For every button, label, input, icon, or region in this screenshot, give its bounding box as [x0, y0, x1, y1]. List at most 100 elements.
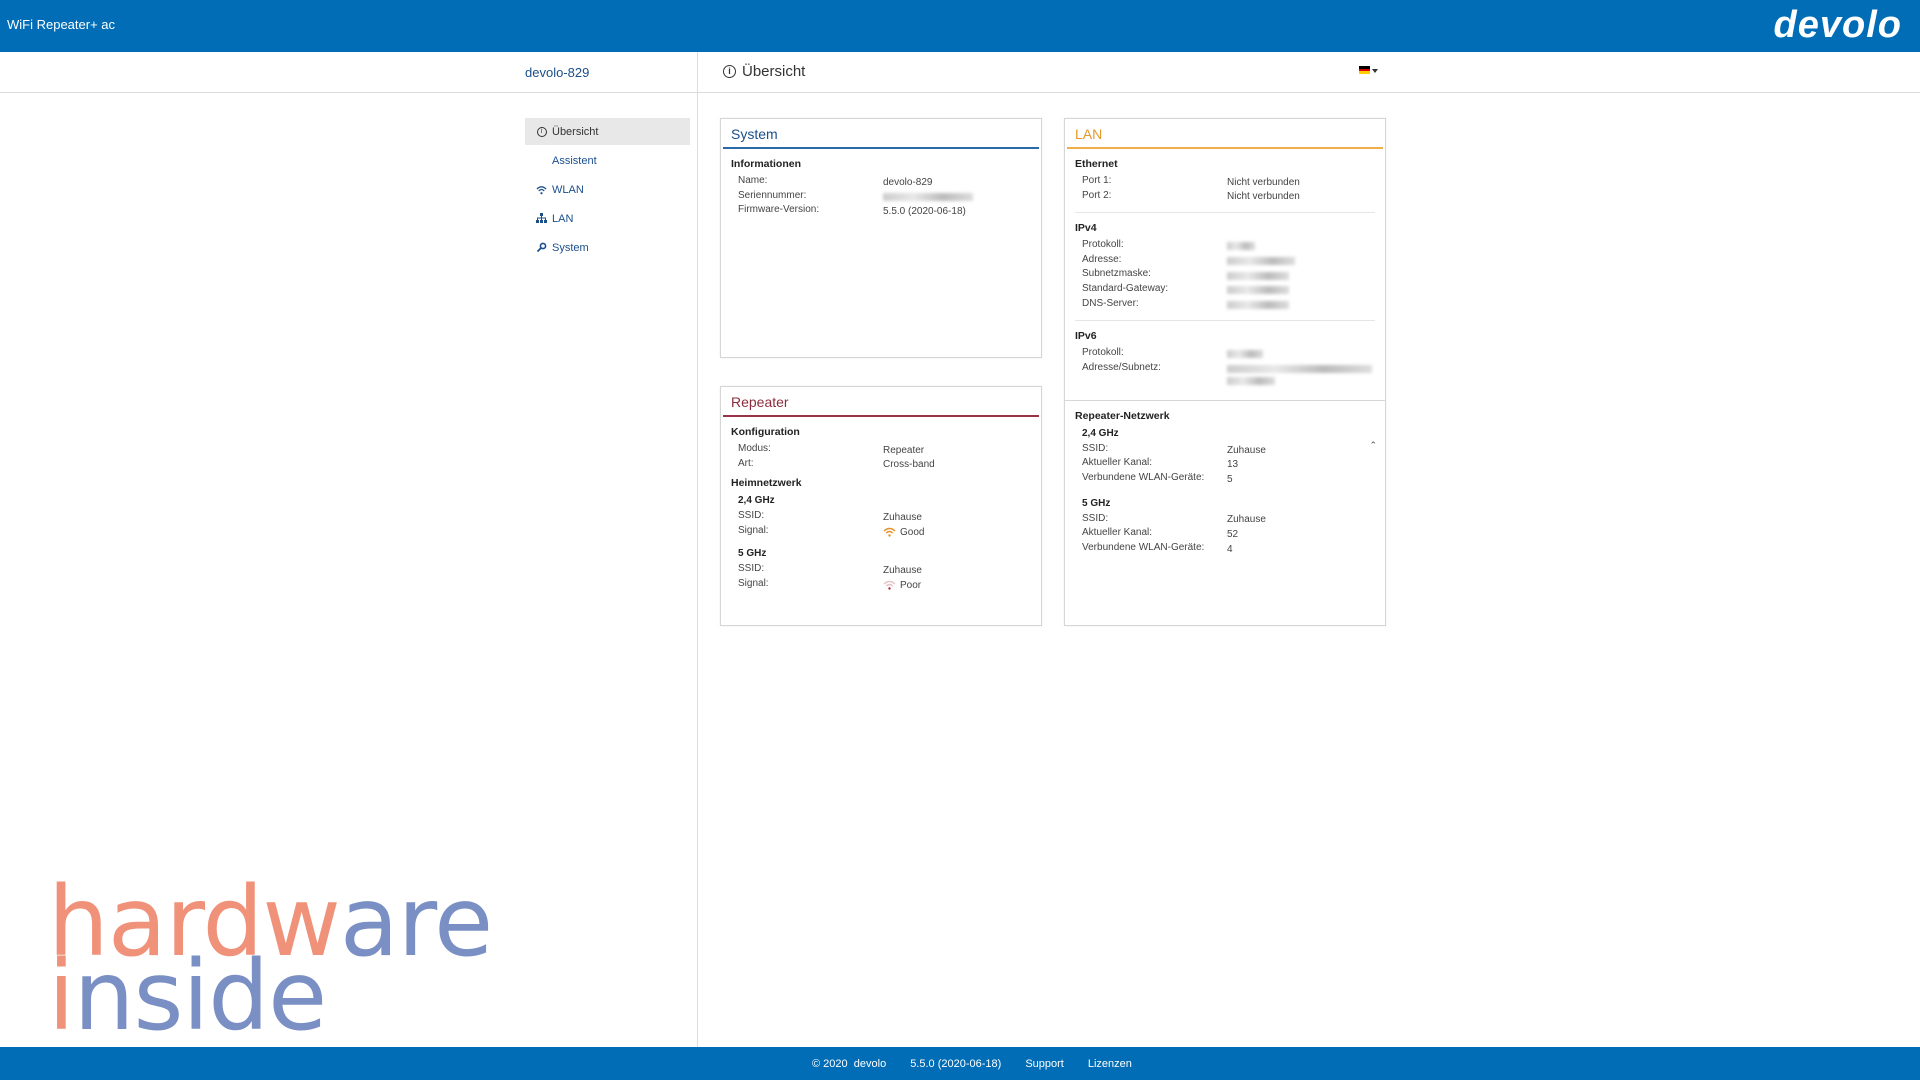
- row-value: Zuhause: [883, 511, 922, 523]
- signal-text: Poor: [900, 579, 922, 591]
- row-value: 5.5.0 (2020-06-18): [883, 205, 966, 217]
- row-label: DNS-Server:: [1082, 297, 1139, 309]
- row-value: Zuhause: [883, 565, 922, 577]
- card-title: LAN: [1067, 121, 1383, 149]
- sidebar-item-system[interactable]: System: [525, 234, 690, 261]
- row-label: Signal:: [738, 524, 769, 536]
- signal-value: Poor: [883, 578, 921, 593]
- band-title: 5 GHz: [738, 548, 767, 560]
- info-row: Signal: Good: [731, 525, 1031, 540]
- row-label: SSID:: [738, 510, 765, 522]
- column-divider: [697, 52, 698, 1047]
- page-title-text: Übersicht: [742, 63, 806, 80]
- band-title: 5 GHz: [1082, 497, 1111, 509]
- row-label: Signal:: [738, 577, 769, 589]
- info-row: SSID: Zuhause: [731, 510, 1031, 525]
- row-label: Verbundene WLAN-Geräte:: [1082, 541, 1205, 553]
- sub-header: devolo-829 i Übersicht: [0, 52, 1920, 93]
- info-row: Aktueller Kanal: 13: [1075, 457, 1375, 472]
- sidebar-item-uebersicht[interactable]: i Übersicht: [525, 118, 690, 145]
- row-value: Zuhause: [1227, 514, 1266, 526]
- info-row: DNS-Server:: [1075, 298, 1375, 313]
- sidebar-item-label: WLAN: [552, 183, 584, 196]
- footer-copyright: © 2020 devolo: [812, 1058, 887, 1070]
- info-row: Firmware-Version: 5.5.0 (2020-06-18): [731, 204, 1031, 219]
- wifi-signal-icon: [883, 527, 896, 537]
- redacted-value: [1227, 347, 1263, 362]
- footer-licenses-link[interactable]: Lizenzen: [1088, 1058, 1132, 1070]
- row-label: Art:: [738, 457, 754, 469]
- sidebar-item-wlan[interactable]: WLAN: [525, 176, 690, 203]
- footer-support-link[interactable]: Support: [1025, 1058, 1064, 1070]
- info-row: Adresse:: [1075, 254, 1375, 269]
- info-row: SSID: Zuhause: [1075, 443, 1375, 458]
- divider: [1065, 399, 1385, 401]
- info-row: Name: devolo-829: [731, 175, 1031, 190]
- info-row: Protokoll:: [1075, 239, 1375, 254]
- row-label: Standard-Gateway:: [1082, 282, 1169, 294]
- row-value: 5: [1227, 473, 1233, 485]
- row-label: SSID:: [1082, 512, 1109, 524]
- row-value: 52: [1227, 528, 1239, 540]
- wifi-signal-icon: [883, 581, 896, 590]
- info-row: SSID: Zuhause: [1075, 513, 1375, 528]
- german-flag-icon: [1359, 66, 1370, 75]
- info-row: Signal: Poor: [731, 578, 1031, 593]
- section-title: IPv6: [1075, 330, 1097, 343]
- info-icon: i: [536, 126, 547, 137]
- footer: © 2020 devolo 5.5.0 (2020-06-18) Support…: [0, 1047, 1920, 1080]
- redacted-value: [1227, 362, 1372, 390]
- row-value: Nicht verbunden: [1227, 176, 1300, 188]
- redacted-value: [1227, 239, 1255, 254]
- signal-text: Good: [900, 526, 925, 538]
- row-value: Cross-band: [883, 459, 935, 471]
- row-label: Firmware-Version:: [738, 204, 820, 216]
- info-row: Verbundene WLAN-Geräte: 4: [1075, 542, 1375, 557]
- lan-card: LAN Ethernet Port 1: Nicht verbunden Por…: [1064, 118, 1386, 626]
- info-row: Aktueller Kanal: 52: [1075, 527, 1375, 542]
- section-title: Ethernet: [1075, 158, 1118, 170]
- info-row: Modus: Repeater: [731, 443, 1031, 458]
- info-row: Art: Cross-band: [731, 458, 1031, 473]
- info-row: SSID: Zuhause: [731, 563, 1031, 578]
- footer-version: 5.5.0 (2020-06-18): [910, 1058, 1002, 1070]
- device-name: devolo-829: [525, 65, 590, 80]
- row-value: 4: [1227, 543, 1233, 555]
- redacted-value: [1227, 283, 1289, 298]
- divider: [1075, 320, 1375, 322]
- language-selector[interactable]: [1359, 66, 1378, 75]
- sidebar-item-lan[interactable]: LAN: [525, 205, 690, 232]
- row-label: Aktueller Kanal:: [1082, 527, 1153, 539]
- section-title: Konfiguration: [731, 426, 800, 438]
- sidebar-nav: i Übersicht Assistent WLAN LAN System: [525, 118, 690, 263]
- sidebar-item-label: Übersicht: [552, 125, 599, 138]
- info-row: Port 2: Nicht verbunden: [1075, 190, 1375, 205]
- divider: [1075, 212, 1375, 214]
- row-value: devolo-829: [883, 176, 933, 188]
- row-label: SSID:: [1082, 442, 1109, 454]
- row-label: Name:: [738, 175, 768, 186]
- system-card: System Informationen Name: devolo-829 Se…: [720, 118, 1042, 358]
- info-row: Standard-Gateway:: [1075, 283, 1375, 298]
- row-value: Nicht verbunden: [1227, 191, 1300, 203]
- devolo-logo[interactable]: devolo: [1774, 4, 1902, 47]
- row-value: Zuhause: [1227, 444, 1266, 456]
- row-label: Protokoll:: [1082, 347, 1124, 359]
- row-label: Aktueller Kanal:: [1082, 457, 1153, 469]
- section-title: Repeater-Netzwerk: [1075, 409, 1170, 422]
- gear-icon: [536, 242, 547, 253]
- wifi-icon: [536, 184, 547, 195]
- section-title: Heimnetzwerk: [731, 477, 802, 490]
- row-value: Repeater: [883, 444, 925, 456]
- row-label: Adresse:: [1082, 253, 1122, 265]
- chevron-down-icon: [1372, 69, 1378, 73]
- sidebar-item-assistent[interactable]: Assistent: [525, 147, 690, 174]
- row-label: Protokoll:: [1082, 239, 1124, 251]
- top-bar: WiFi Repeater+ ac devolo: [0, 0, 1920, 52]
- sidebar-item-label: Assistent: [552, 154, 597, 167]
- page-title: i Übersicht: [723, 63, 805, 80]
- band-title: 2,4 GHz: [1082, 427, 1119, 439]
- repeater-card: Repeater Konfiguration Modus: Repeater A…: [720, 386, 1042, 626]
- redacted-value: [883, 190, 973, 205]
- row-label: Verbundene WLAN-Geräte:: [1082, 471, 1205, 483]
